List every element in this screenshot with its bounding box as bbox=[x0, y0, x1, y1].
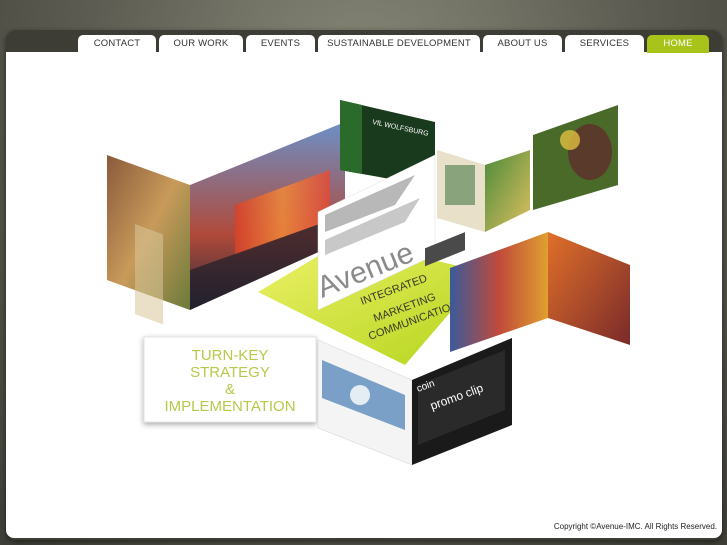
panel-annual-report-page bbox=[135, 224, 163, 325]
panel-house-facade bbox=[445, 165, 475, 205]
panel-celebration bbox=[548, 232, 630, 345]
panel-kids-flower bbox=[560, 130, 580, 150]
panel-brochure bbox=[485, 150, 530, 232]
copyright-text: Copyright ©Avenue-IMC. All Rights Reserv… bbox=[553, 522, 717, 531]
turnkey-line-4: IMPLEMENTATION bbox=[164, 398, 295, 415]
panel-wolfsburg-stripe bbox=[340, 100, 362, 174]
hero-collage: VfL WOLFSBURG Avenue INTEGRATED MARKETIN… bbox=[107, 100, 630, 466]
turnkey-line-2: STRATEGY bbox=[190, 364, 270, 381]
turnkey-line-3: & bbox=[225, 381, 235, 398]
turnkey-line-1: TURN-KEY bbox=[192, 347, 269, 364]
panel-magazine-figure bbox=[350, 385, 370, 405]
